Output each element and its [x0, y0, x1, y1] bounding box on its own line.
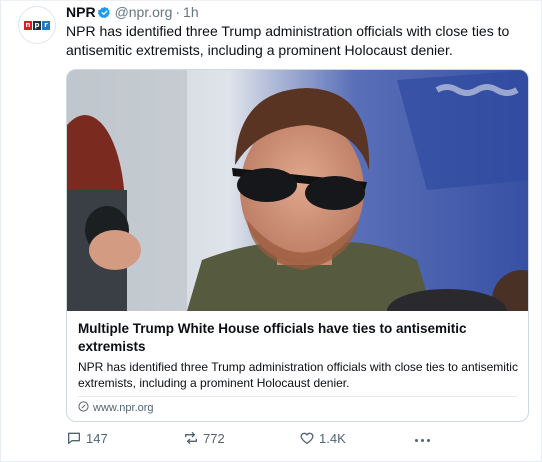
npr-logo-letter-n: n: [24, 20, 32, 30]
card-divider: [78, 396, 517, 397]
link-icon: [78, 401, 89, 415]
post-header: NPR @npr.org · 1h: [66, 2, 199, 22]
repost-icon: [183, 430, 199, 446]
card-image: [67, 70, 528, 311]
like-button[interactable]: 1.4K: [299, 430, 346, 446]
repost-count: 772: [203, 430, 225, 446]
separator-dot: ·: [175, 4, 181, 20]
heart-icon: [299, 430, 315, 446]
post-text: NPR has identified three Trump administr…: [66, 23, 510, 58]
author-name[interactable]: NPR: [66, 4, 96, 20]
post-time[interactable]: 1h: [183, 4, 199, 20]
action-bar: 147 772 1.4K: [1, 428, 542, 452]
link-card[interactable]: Multiple Trump White House officials hav…: [66, 69, 529, 422]
reply-button[interactable]: 147: [66, 430, 108, 446]
avatar[interactable]: n p r: [18, 6, 56, 44]
more-dots-icon[interactable]: [415, 430, 430, 450]
comment-icon: [66, 430, 82, 446]
reply-count: 147: [86, 430, 108, 446]
feed-post[interactable]: n p r NPR @npr.org · 1h NPR has identifi…: [0, 0, 542, 462]
divider: [1, 0, 541, 1]
npr-logo-letter-p: p: [33, 20, 41, 30]
like-count: 1.4K: [319, 430, 346, 446]
npr-logo-letter-r: r: [42, 20, 50, 30]
card-domain[interactable]: www.npr.org: [78, 401, 154, 415]
verified-badge-icon: [97, 6, 111, 19]
author-handle[interactable]: @npr.org: [115, 4, 173, 20]
card-domain-text: www.npr.org: [93, 402, 154, 414]
repost-button[interactable]: 772: [183, 430, 225, 446]
card-title[interactable]: Multiple Trump White House officials hav…: [78, 320, 518, 356]
npr-logo: n p r: [24, 20, 50, 30]
card-description: NPR has identified three Trump administr…: [78, 360, 518, 390]
